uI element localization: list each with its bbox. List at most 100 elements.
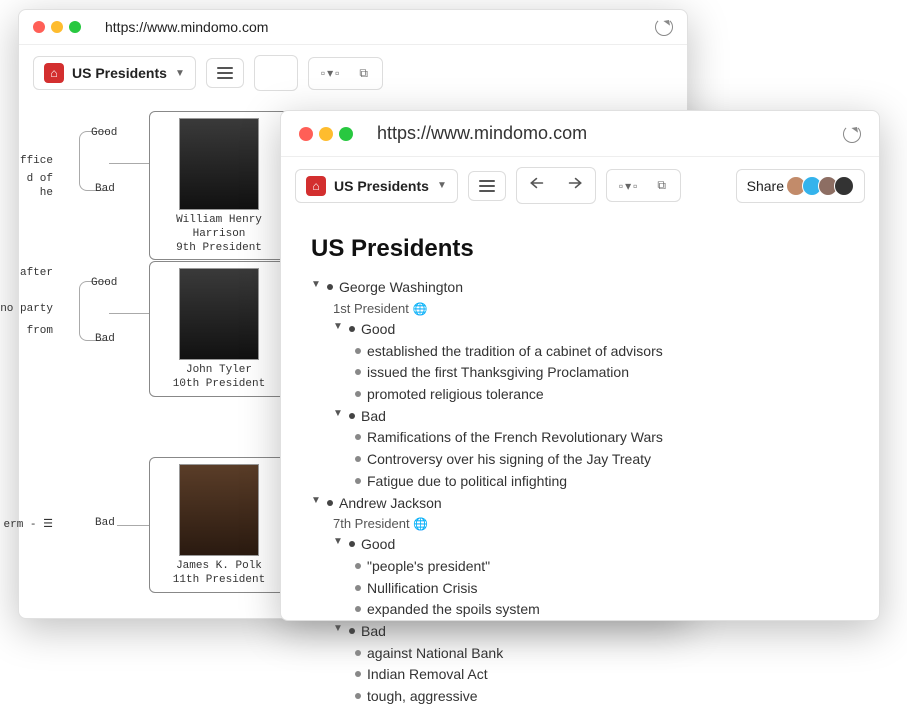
portrait-image <box>179 464 259 556</box>
map-node-tyler[interactable]: John Tyler 10th President <box>149 261 289 397</box>
collapse-icon[interactable]: ▼ <box>311 493 321 509</box>
bullet-icon <box>355 563 361 569</box>
outline-panel[interactable]: US Presidents ▼ George Washington 1st Pr… <box>281 214 879 724</box>
window-maximize-icon[interactable] <box>339 127 353 141</box>
doc-selector[interactable]: ⌂ US Presidents ▼ <box>295 169 458 203</box>
bullet-icon <box>327 284 333 290</box>
window-maximize-icon[interactable] <box>69 21 81 33</box>
collapse-icon[interactable]: ▼ <box>333 406 343 422</box>
list-item[interactable]: Indian Removal Act <box>355 664 849 686</box>
collapse-icon[interactable]: ▼ <box>333 319 343 335</box>
branch-good-label: Good <box>91 277 117 289</box>
mindmap-view-icon[interactable]: ▫▾▫ <box>319 66 344 80</box>
app-toolbar-back: ⌂ US Presidents ▼ ▫▾▫ ⧉ <box>19 45 687 101</box>
collapse-icon[interactable]: ▼ <box>333 621 343 637</box>
list-item[interactable]: Fatigue due to political infighting <box>355 471 849 493</box>
doc-title-back: US Presidents <box>72 65 167 81</box>
window-outline: https://www.mindomo.com ⌂ US Presidents … <box>280 110 880 621</box>
bullet-icon <box>355 348 361 354</box>
doc-selector[interactable]: ⌂ US Presidents ▼ <box>33 56 196 90</box>
app-toolbar-front: ⌂ US Presidents ▼ ▫▾▫ ⧉ Share <box>281 157 879 214</box>
redo-button[interactable] <box>563 176 585 195</box>
map-node-polk[interactable]: James K. Polk 11th President <box>149 457 289 593</box>
bullet-icon <box>349 541 355 547</box>
collapse-icon[interactable]: ▼ <box>333 534 343 550</box>
window-close-icon[interactable] <box>33 21 45 33</box>
snip: erm - ☰ <box>0 517 53 531</box>
outline-view-icon[interactable]: ⧉ <box>357 66 372 81</box>
node-caption: James K. Polk 11th President <box>154 560 284 588</box>
list-item[interactable]: tough, aggressive <box>355 686 849 708</box>
brand-icon: ⌂ <box>44 63 64 83</box>
connector <box>109 313 149 314</box>
window-titlebar: https://www.mindomo.com <box>281 111 879 157</box>
snip: ffice <box>0 155 53 167</box>
address-bar[interactable]: https://www.mindomo.com <box>105 19 649 35</box>
outline-item-president[interactable]: ▼ George Washington <box>311 277 849 299</box>
reload-icon[interactable] <box>843 125 861 143</box>
portrait-image <box>179 268 259 360</box>
outline-view-icon[interactable]: ⧉ <box>655 178 670 193</box>
window-minimize-icon[interactable] <box>51 21 63 33</box>
branch-bad-label: Bad <box>95 517 115 529</box>
map-node-harrison[interactable]: William Henry Harrison 9th President <box>149 111 289 260</box>
window-close-icon[interactable] <box>299 127 313 141</box>
bullet-icon <box>355 456 361 462</box>
list-item[interactable]: issued the first Thanksgiving Proclamati… <box>355 362 849 384</box>
outline-section-bad[interactable]: ▼ Bad <box>333 621 849 643</box>
bullet-icon <box>355 606 361 612</box>
outline-item-president[interactable]: ▼ Andrew Jackson <box>311 493 849 515</box>
president-name: George Washington <box>339 277 463 299</box>
list-item[interactable]: "people's president" <box>355 556 849 578</box>
bracket <box>79 131 109 191</box>
window-titlebar: https://www.mindomo.com <box>19 10 687 45</box>
undo-button[interactable] <box>527 176 549 195</box>
bullet-icon <box>355 671 361 677</box>
hamburger-icon <box>217 65 233 81</box>
mindmap-view-icon[interactable]: ▫▾▫ <box>617 179 642 193</box>
reload-icon[interactable] <box>655 18 673 36</box>
list-item[interactable]: Controversy over his signing of the Jay … <box>355 449 849 471</box>
undo-redo-group <box>516 167 596 204</box>
list-item[interactable]: expanded the spoils system <box>355 599 849 621</box>
collapse-icon[interactable]: ▼ <box>311 277 321 293</box>
list-item[interactable]: Nullification Crisis <box>355 578 849 600</box>
bullet-icon <box>355 478 361 484</box>
bullet-icon <box>349 326 355 332</box>
share-button[interactable]: Share <box>736 169 865 203</box>
outline-section-good[interactable]: ▼ Good <box>333 319 849 341</box>
doc-title-front: US Presidents <box>334 178 429 194</box>
branch-bad-label: Bad <box>95 333 115 345</box>
bullet-icon <box>355 693 361 699</box>
snip: d of <box>0 173 53 185</box>
chevron-down-icon: ▼ <box>437 180 447 191</box>
view-mode-group: ▫▾▫ ⧉ <box>606 169 681 202</box>
menu-button[interactable] <box>468 171 506 201</box>
globe-icon: 🌐 <box>413 302 428 316</box>
president-ord: 7th President 🌐 <box>333 514 849 534</box>
bullet-icon <box>355 434 361 440</box>
outline-section-bad[interactable]: ▼ Bad <box>333 406 849 428</box>
president-ord: 1st President 🌐 <box>333 299 849 319</box>
branch-bad-label: Bad <box>95 183 115 195</box>
share-label: Share <box>747 178 784 194</box>
redo-button[interactable] <box>283 64 287 82</box>
list-item[interactable]: against National Bank <box>355 643 849 665</box>
brand-icon: ⌂ <box>306 176 326 196</box>
outline-title: US Presidents <box>311 230 849 267</box>
bullet-icon <box>355 369 361 375</box>
bullet-icon <box>355 585 361 591</box>
view-mode-group: ▫▾▫ ⧉ <box>308 57 383 90</box>
window-minimize-icon[interactable] <box>319 127 333 141</box>
bullet-icon <box>355 391 361 397</box>
undo-button[interactable] <box>265 64 269 82</box>
outline-section-good[interactable]: ▼ Good <box>333 534 849 556</box>
list-item[interactable]: promoted religious tolerance <box>355 384 849 406</box>
bullet-icon <box>349 628 355 634</box>
snip: from <box>0 325 53 337</box>
list-item[interactable]: established the tradition of a cabinet o… <box>355 341 849 363</box>
address-bar[interactable]: https://www.mindomo.com <box>377 123 837 144</box>
menu-button[interactable] <box>206 58 244 88</box>
list-item[interactable]: Ramifications of the French Revolutionar… <box>355 427 849 449</box>
branch-good-label: Good <box>91 127 117 139</box>
